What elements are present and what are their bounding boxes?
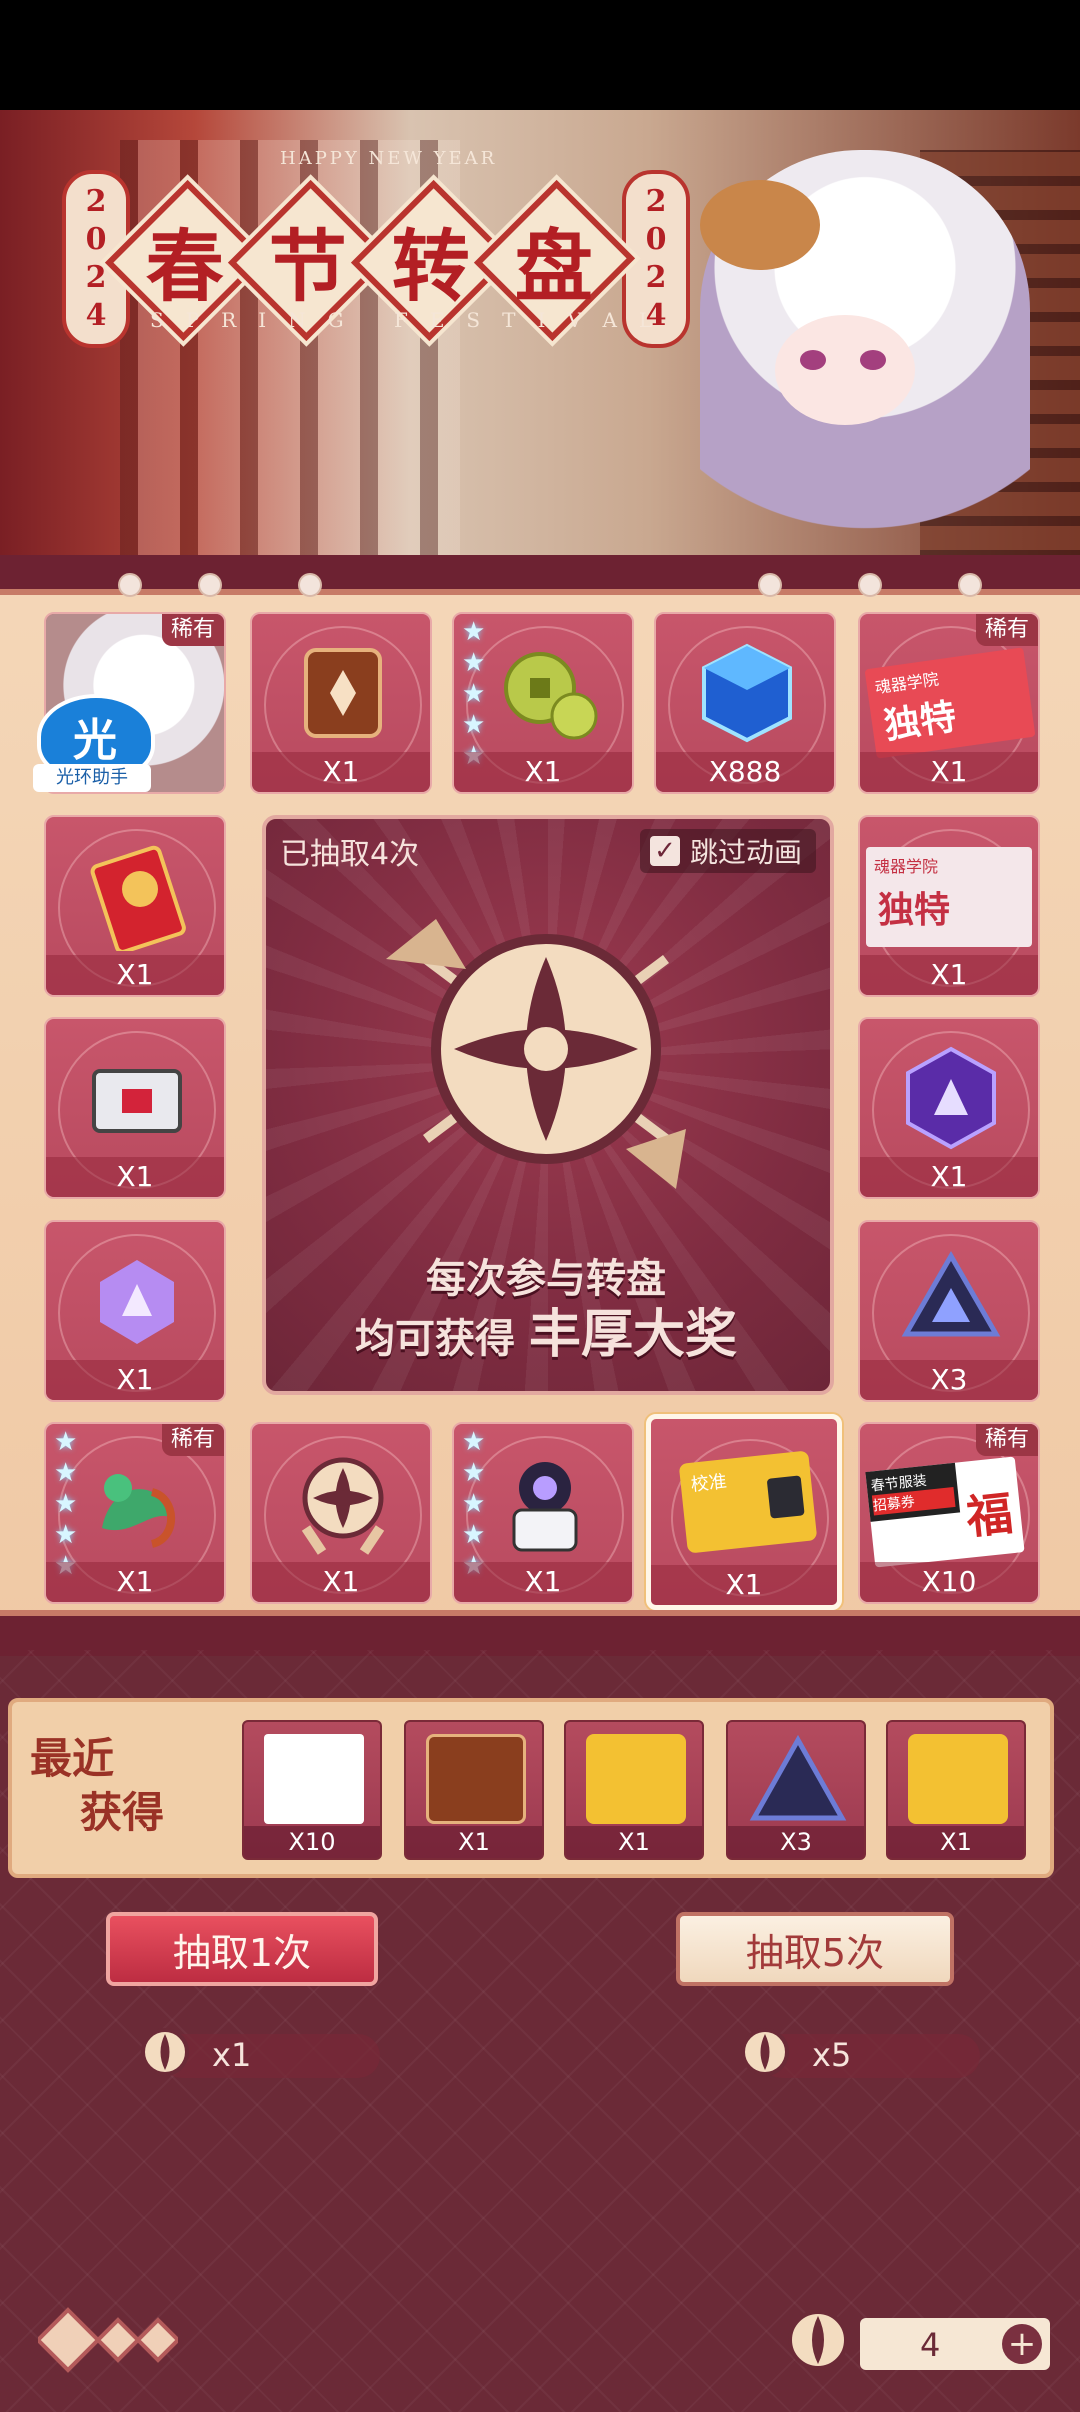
skip-animation-label: 跳过动画 xyxy=(689,836,802,869)
prize-cell-bronze-card[interactable]: X1 xyxy=(250,612,432,794)
star-rating: ★★★★★ xyxy=(462,1427,486,1580)
prize-cell-dark-triangle[interactable]: X3 xyxy=(858,1220,1040,1402)
prize-cell-purple-hex[interactable]: X1 xyxy=(858,1017,1040,1199)
star-rating: ★★★★★ xyxy=(54,1427,78,1580)
recent-item[interactable]: X3 xyxy=(726,1720,866,1860)
lucky-token-icon xyxy=(741,2028,789,2076)
prize-qty: X1 xyxy=(454,1562,632,1602)
happy-new-year-text: HAPPY NEW YEAR xyxy=(280,148,498,169)
draw-five-button[interactable]: 抽取5次 xyxy=(676,1912,954,1986)
prize-cell-calibration-chip[interactable]: 校准 X1 xyxy=(646,1414,842,1610)
dark-triangle-icon xyxy=(901,1250,1001,1337)
checkbox-icon: ✓ xyxy=(649,836,680,866)
coins-icon xyxy=(504,652,598,740)
prize-qty: X3 xyxy=(860,1360,1038,1400)
yellow-chip-icon xyxy=(586,1734,686,1824)
dragon-icon xyxy=(102,1474,176,1548)
prize-qty: X1 xyxy=(46,955,224,995)
draw-once-cost: x1 xyxy=(130,2020,380,2090)
recent-item[interactable]: X1 xyxy=(564,1720,704,1860)
bronze-card-icon xyxy=(304,648,382,738)
star-rating: ★★★★★ xyxy=(462,617,486,770)
back-button-icon[interactable] xyxy=(38,2300,178,2380)
purple-hex-icon xyxy=(906,1046,996,1150)
yellow-chip-icon xyxy=(908,1734,1008,1824)
recent-item[interactable]: X1 xyxy=(886,1720,1026,1860)
prize-qty: X1 xyxy=(454,752,632,792)
spring-festival-text: SPRING FESTIVAL xyxy=(150,308,675,332)
lucky-token-large-icon xyxy=(386,919,686,1189)
lucky-token-icon xyxy=(141,2028,189,2076)
prize-qty: X1 xyxy=(252,752,430,792)
prize-cell-purple-crystal[interactable]: X1 xyxy=(44,1220,226,1402)
recent-label: 最近 获得 xyxy=(30,1734,165,1837)
lucky-token-icon xyxy=(301,1457,385,1555)
prize-qty: X1 xyxy=(651,1565,837,1605)
rare-badge: 稀有 xyxy=(162,614,224,646)
dark-triangle-icon xyxy=(749,1734,847,1821)
purple-crystal-icon xyxy=(100,1260,174,1344)
status-bar xyxy=(0,0,1080,110)
add-token-button[interactable]: + xyxy=(1002,2324,1042,2364)
prize-cell-robot[interactable]: ★★★★★ X1 xyxy=(452,1422,634,1604)
fu-coupon-icon: 春节服装 招募券 福 xyxy=(865,1456,1025,1568)
rare-badge: 稀有 xyxy=(976,614,1038,646)
prize-qty: X10 xyxy=(860,1562,1038,1602)
prize-qty: X1 xyxy=(46,1360,224,1400)
rare-badge: 稀有 xyxy=(976,1424,1038,1456)
bronze-card-icon xyxy=(426,1734,526,1824)
skip-animation-toggle[interactable]: ✓ 跳过动画 xyxy=(639,829,816,873)
prize-qty: X1 xyxy=(46,1562,224,1602)
chest-icon xyxy=(92,1069,182,1133)
prize-cell-coins[interactable]: ★★★★★ X1 xyxy=(452,612,634,794)
prize-qty: X888 xyxy=(656,752,834,792)
center-slogan: 每次参与转盘 均可获得 丰厚大奖 xyxy=(355,1256,737,1365)
prize-cell-lucky-token[interactable]: X1 xyxy=(250,1422,432,1604)
token-balance: 4 + xyxy=(860,2318,1050,2370)
helper-icon: 光 xyxy=(73,715,117,766)
draw-once-button[interactable]: 抽取1次 xyxy=(106,1912,378,1986)
helper-label: 光环助手 xyxy=(33,764,151,792)
prize-qty: X1 xyxy=(46,1157,224,1197)
yellow-chip-icon: 校准 xyxy=(678,1450,818,1554)
draw-count-text: 已抽取4次 xyxy=(280,837,420,872)
prize-cell-unique-ticket-2[interactable]: 魂器学院 独特 X1 xyxy=(858,815,1040,997)
prize-qty: X1 xyxy=(860,955,1038,995)
unique-ticket-icon: 魂器学院 独特 xyxy=(866,847,1032,947)
rare-badge: 稀有 xyxy=(162,1424,224,1456)
lucky-token-balance-icon xyxy=(788,2310,848,2370)
event-banner: HAPPY NEW YEAR 2 0 2 4 2 0 2 4 春 节 转 盘 S… xyxy=(0,110,1080,560)
token-balance-value: 4 xyxy=(920,2326,941,2364)
recent-rewards-panel: 最近 获得 X10 X1 X1 X3 X1 xyxy=(8,1698,1054,1878)
recent-item[interactable]: X10 xyxy=(242,1720,382,1860)
helper-widget[interactable]: 光 光环助手 xyxy=(33,694,155,794)
draw-five-cost: x5 xyxy=(730,2020,980,2090)
prize-cell-dragon[interactable]: ★★★★★ 稀有 X1 xyxy=(44,1422,226,1604)
board-rail-top xyxy=(0,555,1080,595)
prize-cell-chest[interactable]: X1 xyxy=(44,1017,226,1199)
red-envelope-icon xyxy=(90,845,186,951)
fu-coupon-icon xyxy=(264,1734,364,1824)
prize-qty: X1 xyxy=(860,752,1038,792)
prize-cell-costume-coupon[interactable]: 春节服装 招募券 福 稀有 X10 xyxy=(858,1422,1040,1604)
prize-qty: X1 xyxy=(252,1562,430,1602)
prize-cell-blue-cube[interactable]: X888 xyxy=(654,612,836,794)
bear-hat xyxy=(700,180,820,270)
center-panel: 已抽取4次 ✓ 跳过动画 每次参与转盘 均可获得 丰厚大奖 xyxy=(262,815,834,1395)
prize-cell-red-envelope[interactable]: X1 xyxy=(44,815,226,997)
prize-cell-unique-ticket[interactable]: 魂器学院 独特 稀有 X1 xyxy=(858,612,1040,794)
blue-cube-icon xyxy=(702,643,792,743)
robot-icon xyxy=(512,1462,578,1552)
prize-qty: X1 xyxy=(860,1157,1038,1197)
recent-item[interactable]: X1 xyxy=(404,1720,544,1860)
